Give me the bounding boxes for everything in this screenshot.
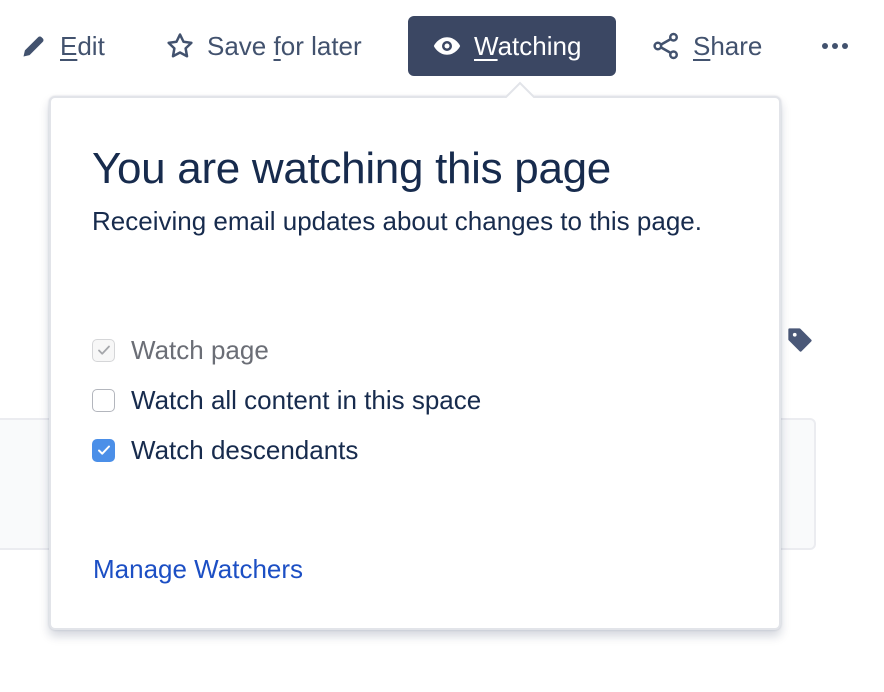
star-icon xyxy=(165,31,195,61)
watch-space-checkbox[interactable] xyxy=(92,388,115,412)
watch-page-checkbox xyxy=(92,338,115,362)
save-for-later-label: Save for later xyxy=(207,30,362,61)
edit-button[interactable]: Edit xyxy=(8,16,117,76)
share-button[interactable]: Share xyxy=(639,16,774,76)
tag-icon[interactable] xyxy=(786,326,814,359)
popover-arrow xyxy=(503,81,535,98)
edit-label: Edit xyxy=(60,30,105,61)
save-for-later-button[interactable]: Save for later xyxy=(153,16,374,76)
popover-description: Receiving email updates about changes to… xyxy=(92,206,702,236)
page-toolbar: Edit Save for later Watching Share xyxy=(0,16,884,76)
more-icon xyxy=(820,41,850,51)
watch-page-option: Watch page xyxy=(92,333,269,367)
watching-label: Watching xyxy=(474,30,582,61)
eye-icon xyxy=(432,31,462,61)
watch-page-label: Watch page xyxy=(131,334,269,365)
watch-space-label[interactable]: Watch all content in this space xyxy=(131,385,481,416)
watch-popover: You are watching this page Receiving ema… xyxy=(49,96,781,630)
page: Edit Save for later Watching Share You a… xyxy=(0,0,884,692)
more-actions-button[interactable] xyxy=(808,16,862,76)
share-label: Share xyxy=(693,30,763,61)
pencil-icon xyxy=(20,32,48,60)
watch-descendants-label[interactable]: Watch descendants xyxy=(131,435,358,466)
watching-button[interactable]: Watching xyxy=(408,16,616,76)
share-icon xyxy=(651,31,681,61)
watch-descendants-option[interactable]: Watch descendants xyxy=(92,433,358,467)
watch-space-option[interactable]: Watch all content in this space xyxy=(92,383,481,417)
popover-title: You are watching this page xyxy=(92,144,611,193)
manage-watchers-link[interactable]: Manage Watchers xyxy=(93,554,303,585)
watch-descendants-checkbox[interactable] xyxy=(92,438,115,462)
